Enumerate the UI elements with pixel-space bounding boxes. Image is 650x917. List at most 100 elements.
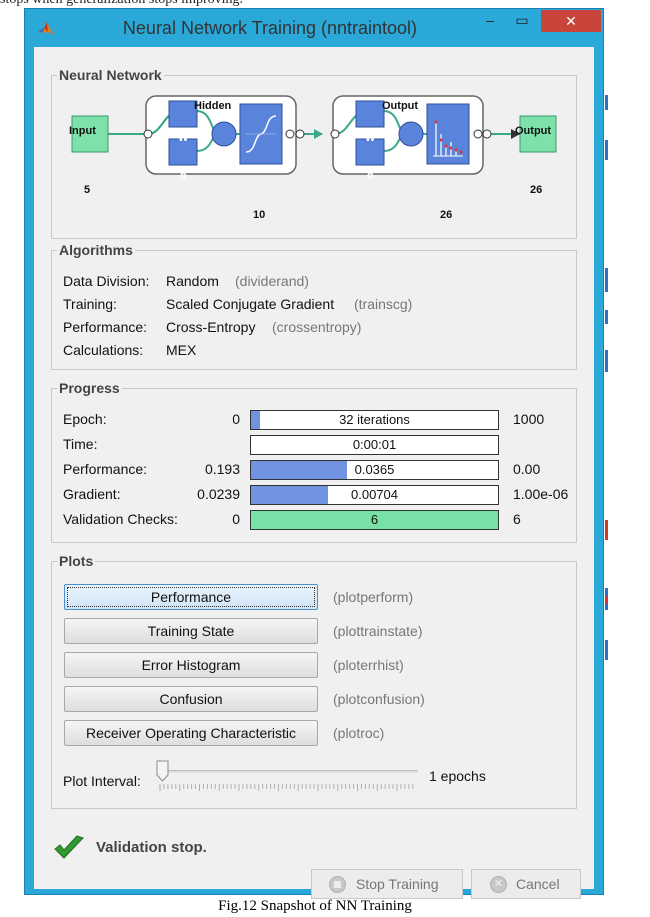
algorithm-label: Data Division: [63,273,150,289]
hidden-sum-label: + [219,156,228,173]
algorithm-function: (trainscg) [354,296,413,312]
output-layer-label: Output [382,100,419,112]
window-client-area: Neural Network Hidden Output Input 5 Out… [34,47,594,899]
checkmark-icon [54,835,84,859]
slider-thumb[interactable] [156,760,169,782]
output-size: 26 [530,184,543,196]
algorithm-label: Performance: [63,319,148,335]
minimize-button[interactable]: – [477,10,503,32]
progress-bar-text: 6 [370,512,379,527]
junction-dot [482,129,492,139]
junction-dot [285,129,295,139]
hidden-weight-label: W [178,132,189,144]
panel-title-progress: Progress [57,380,122,396]
plot-function-label: (plotperform) [333,589,414,605]
background-document-edge [603,0,650,895]
algorithm-function: (crossentropy) [272,319,362,335]
plot-confusion-button[interactable]: Confusion [64,686,318,712]
panel-title-algorithms: Algorithms [57,242,135,258]
junction-dot [473,129,483,139]
output-bias-label: b [367,170,374,182]
plot-function-label: (ploterrhist) [333,657,404,673]
output-weight-label: W [365,132,376,144]
panel-title-plots: Plots [57,553,96,569]
algorithm-value: Cross-Entropy [166,319,256,335]
progress-start-value: 0 [232,511,240,527]
progress-label: Time: [63,436,98,452]
stop-training-label: Stop Training [356,876,439,892]
plot-training-state-button[interactable]: Training State [64,618,318,644]
hidden-layer-label: Hidden [194,100,232,112]
stop-training-button[interactable]: Stop Training [311,869,463,899]
maximize-button[interactable]: ▭ [509,10,535,32]
progress-label: Gradient: [63,486,121,502]
progress-label: Epoch: [63,411,107,427]
plot-error-histogram-button[interactable]: Error Histogram [64,652,318,678]
algorithms-panel: Algorithms Data Division: Random (divide… [51,242,577,370]
progress-label: Validation Checks: [63,511,178,527]
hidden-weight-block [168,100,198,128]
input-size: 5 [84,184,91,196]
figure-caption: Fig.12 Snapshot of NN Training [218,898,412,914]
progress-end-value: 1.00e-06 [513,486,569,502]
neural-network-panel: Neural Network Hidden Output Input 5 Out… [51,67,577,239]
progress-label: Performance: [63,461,148,477]
algorithm-value: MEX [166,342,197,358]
status-message: Validation stop. [96,839,207,856]
progress-end-value: 6 [513,511,521,527]
slider-track[interactable] [160,770,418,773]
cancel-button[interactable]: ✕ Cancel [471,869,581,899]
plot-interval-value: 1 epochs [429,768,486,784]
junction-dot [330,129,340,139]
output-layer-size: 26 [440,209,453,221]
plot-function-label: (plotroc) [333,725,385,741]
junction-dot [295,129,305,139]
progress-end-value: 1000 [513,411,545,427]
plot-function-label: (plotconfusion) [333,691,425,707]
progress-start-value: 0.0239 [197,486,240,502]
algorithm-function: (dividerand) [235,273,309,289]
plot-interval-label: Plot Interval: [63,773,141,789]
hidden-size: 10 [253,209,266,221]
progress-bar: 32 iterations [250,410,499,430]
progress-end-value: 0.00 [513,461,541,477]
plot-roc-button[interactable]: Receiver Operating Characteristic [64,720,318,746]
output-transfer-block [426,103,470,165]
output-weight-block [355,100,385,128]
hidden-bias-label: b [180,170,187,182]
stop-icon [329,876,346,893]
nntraintool-window: Neural Network Training (nntraintool) – … [24,8,604,899]
window-title: Neural Network Training (nntraintool) [122,18,418,38]
progress-start-value: 0 [232,411,240,427]
algorithm-label: Training: [63,296,117,312]
progress-start-value: 0.193 [204,461,240,477]
plot-interval-slider[interactable] [156,758,418,798]
plot-performance-button[interactable]: Performance [64,584,318,610]
cancel-icon: ✕ [490,876,507,893]
progress-bar: 0.0365 [250,460,499,480]
progress-bar: 0.00704 [250,485,499,505]
hidden-sum-node [211,121,237,147]
progress-bar-text: 0:00:01 [352,437,397,452]
arrow-head-icon [314,129,323,139]
input-label: Input [69,125,96,137]
document-text-fragment: stops when generalization stops improvin… [0,0,400,8]
progress-bar-text: 32 iterations [339,412,410,427]
close-button[interactable]: ✕ [541,10,601,32]
output-sum-label: + [406,156,415,173]
progress-panel: Progress Epoch: 0 32 iterations 1000 Time: 0:… [51,380,577,543]
cancel-label: Cancel [516,876,560,892]
algorithm-value: Random [166,273,219,289]
slider-ticks [159,784,414,791]
network-diagram [71,95,557,175]
algorithm-value: Scaled Conjugate Gradient [166,296,335,312]
plots-panel: Plots Performance (plotperform) Training… [51,553,577,809]
output-sum-node [398,121,424,147]
progress-bar: 6 [250,510,499,530]
progress-bar-text: 0.0365 [354,462,395,477]
junction-dot [143,129,153,139]
output-label: Output [515,125,552,137]
algorithm-label: Calculations: [63,342,144,358]
title-bar[interactable]: Neural Network Training (nntraintool) – … [25,9,603,47]
progress-bar: 0:00:01 [250,435,499,455]
